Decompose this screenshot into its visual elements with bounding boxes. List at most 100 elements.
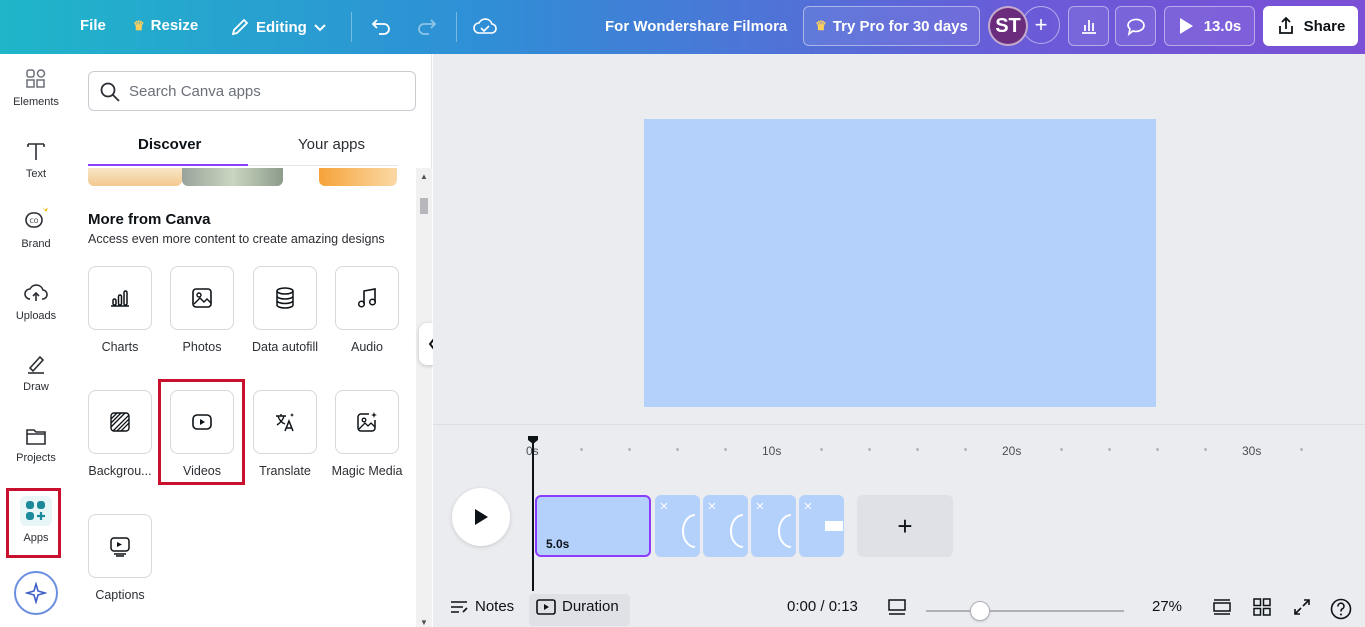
timeline-clip-selected[interactable]: 5.0s [535, 495, 651, 557]
zoom-slider[interactable] [926, 610, 1124, 612]
notes-button[interactable]: Notes [449, 598, 514, 615]
text-icon [27, 143, 45, 160]
editing-label: Editing [256, 18, 307, 36]
crown-icon: ♛ [133, 17, 145, 33]
tick-dot [916, 448, 919, 451]
share-button[interactable]: Share [1263, 6, 1358, 46]
app-backgrounds[interactable] [88, 390, 152, 454]
undo-button[interactable] [370, 15, 392, 37]
clip-thumbnail-icon [708, 502, 744, 548]
app-audio[interactable] [335, 266, 399, 330]
insights-button[interactable] [1068, 6, 1109, 46]
elements-icon [26, 69, 46, 88]
resize-label: Resize [150, 17, 199, 34]
app-thumbnail[interactable] [88, 168, 182, 186]
app-data-autofill[interactable] [253, 266, 317, 330]
add-page-button[interactable]: + [857, 495, 953, 557]
duration-button[interactable]: Duration [536, 598, 619, 615]
draw-icon [28, 355, 45, 374]
share-label: Share [1303, 17, 1346, 35]
sidebar-item-brand[interactable]: CO Brand [0, 204, 72, 250]
timeline-clip[interactable] [655, 495, 700, 557]
zoom-slider-handle[interactable] [970, 601, 990, 621]
sidebar-item-elements[interactable]: Elements [0, 68, 72, 108]
file-menu[interactable]: File [80, 17, 106, 34]
search-icon [100, 82, 120, 102]
sidebar-item-projects[interactable]: Projects [0, 426, 72, 464]
app-label: Audio [351, 340, 383, 354]
magic-assistant-button[interactable] [14, 571, 58, 615]
timeline-clip[interactable] [703, 495, 748, 557]
app-photos[interactable] [170, 266, 234, 330]
editing-mode-dropdown[interactable]: Editing [230, 17, 327, 37]
timeline-play-button[interactable] [452, 488, 510, 546]
divider [351, 12, 352, 42]
file-label: File [80, 17, 106, 34]
clip-thumbnail-icon [660, 502, 696, 548]
present-play-button[interactable]: 13.0s [1164, 6, 1255, 46]
grid-view-button[interactable] [1253, 598, 1271, 616]
sidebar-item-text[interactable]: Text [0, 140, 72, 180]
sidebar-item-uploads[interactable]: Uploads [0, 282, 72, 322]
image-icon [192, 288, 212, 308]
app-magic-media[interactable] [335, 390, 399, 454]
sidebar-item-draw[interactable]: Draw [0, 353, 72, 393]
play-icon [1179, 18, 1193, 34]
scroll-thumb[interactable] [420, 198, 428, 214]
search-input[interactable]: Search Canva apps [88, 71, 416, 111]
sidebar-item-label: Draw [23, 381, 49, 393]
active-tab-indicator [88, 164, 248, 166]
try-pro-button[interactable]: ♛ Try Pro for 30 days [803, 6, 980, 46]
timeline: 0s 10s 20s 30s 5.0s + Notes Duration [433, 424, 1365, 627]
panel-scrollbar[interactable]: ▲ ▼ [416, 168, 432, 627]
tick-dot [1060, 448, 1063, 451]
app-label: Magic Media [331, 464, 403, 478]
comments-button[interactable] [1115, 6, 1156, 46]
app-captions[interactable] [88, 514, 152, 578]
timeline-clip[interactable] [799, 495, 844, 557]
help-button[interactable] [1330, 598, 1352, 620]
video-play-icon [536, 598, 556, 615]
scroll-down-arrow[interactable]: ▼ [420, 618, 428, 627]
captions-icon [110, 537, 130, 557]
time-readout: 0:00 / 0:13 [787, 598, 858, 615]
tick-dot [628, 448, 631, 451]
redo-button[interactable] [416, 15, 438, 37]
fullscreen-button[interactable] [1293, 598, 1311, 616]
share-icon [1278, 16, 1293, 34]
try-pro-label: Try Pro for 30 days [832, 17, 968, 35]
tab-label: Discover [138, 136, 202, 153]
background-pattern-icon [110, 412, 130, 432]
play-duration-label: 13.0s [1203, 17, 1242, 35]
zoom-level[interactable]: 27% [1152, 598, 1182, 615]
time-readout-text: 0:00 / 0:13 [787, 598, 858, 615]
playhead-line[interactable] [532, 436, 534, 591]
menu-icon[interactable] [24, 15, 46, 37]
highlight-annotation [158, 379, 245, 485]
music-note-icon [357, 288, 377, 308]
pages-view-button[interactable] [1212, 598, 1232, 616]
document-title[interactable]: For Wondershare Filmora [605, 18, 787, 35]
translate-icon [276, 413, 294, 432]
resize-button[interactable]: ♛ Resize [133, 17, 198, 34]
app-thumbnail[interactable] [319, 168, 397, 186]
tick-label: 20s [1002, 444, 1022, 458]
database-icon [276, 287, 294, 309]
app-translate[interactable] [253, 390, 317, 454]
app-thumbnail[interactable] [182, 168, 283, 186]
page-view-toggle[interactable] [887, 598, 907, 616]
avatar[interactable]: ST [988, 6, 1028, 46]
help-icon [1330, 598, 1352, 620]
tab-your-apps[interactable]: Your apps [298, 136, 365, 153]
scroll-up-arrow[interactable]: ▲ [420, 172, 428, 181]
design-page[interactable] [644, 119, 1156, 407]
undo-icon [371, 19, 390, 35]
tab-discover[interactable]: Discover [138, 136, 201, 153]
divider [433, 424, 1365, 425]
tick-dot [580, 448, 583, 451]
cloud-save-status[interactable] [473, 15, 497, 37]
timeline-clip[interactable] [751, 495, 796, 557]
tick-dot [820, 448, 823, 451]
sidebar-item-label: Projects [16, 452, 56, 464]
app-charts[interactable] [88, 266, 152, 330]
